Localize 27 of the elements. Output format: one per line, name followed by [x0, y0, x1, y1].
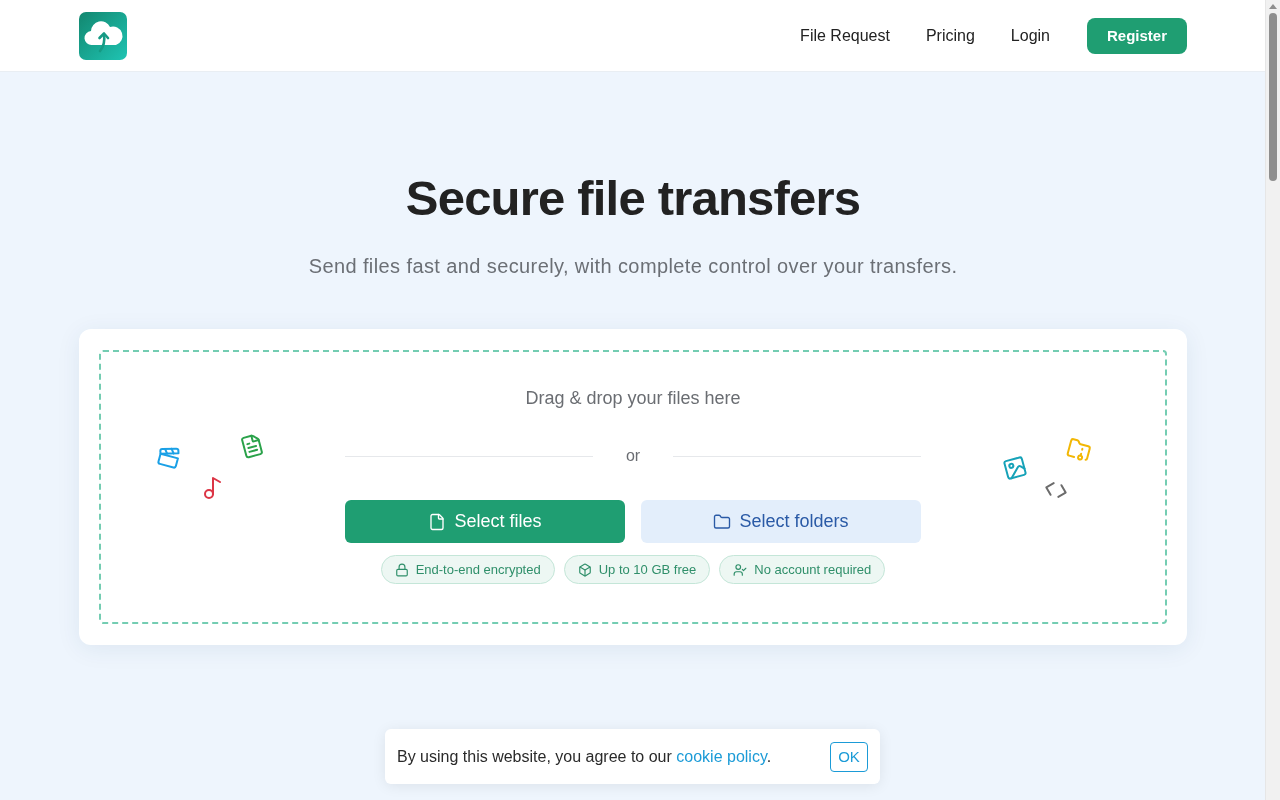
divider-text: or	[624, 446, 642, 466]
box-icon	[577, 562, 592, 577]
nav-link[interactable]: Login	[992, 18, 1068, 53]
nav-link[interactable]: Pricing	[907, 18, 993, 53]
nav-link[interactable]: File Request	[782, 18, 908, 53]
cookie-policy-link[interactable]: cookie policy	[676, 747, 767, 765]
select-folders-button[interactable]: Select folders	[641, 500, 921, 543]
page-subtitle: Send files fast and securely, with complete control over your transfers.	[308, 254, 958, 279]
cloud-upload-logo-icon[interactable]	[79, 11, 127, 60]
register-button[interactable]: Register	[1087, 17, 1187, 54]
scroll-up-arrow-icon[interactable]	[1269, 4, 1277, 9]
select-files-button[interactable]: Select files	[345, 500, 625, 543]
page-title: Secure file transfers	[405, 170, 861, 227]
badge-label: Up to 10 GB free	[598, 562, 697, 577]
cookie-notice: By using this website, you agree to our cookie policy.	[397, 747, 772, 766]
image-icon	[1000, 453, 1030, 483]
ok-button[interactable]: OK	[830, 741, 868, 772]
lock-icon	[394, 562, 409, 577]
folder-icon	[713, 512, 732, 531]
badge-label: No account required	[754, 562, 872, 577]
badge-label: End-to-end encrypted	[415, 562, 541, 577]
scrollbar-thumb[interactable]	[1269, 13, 1277, 181]
file-icon	[428, 512, 447, 531]
scrollbar[interactable]	[1265, 0, 1280, 800]
drop-zone[interactable]: Drag & drop your files here or Select files Select folders End-to-end encrypted Up to 10 GB free No account required	[99, 350, 1167, 624]
user-check-icon	[733, 562, 748, 577]
drop-prompt: Drag & drop your files here	[525, 387, 741, 410]
